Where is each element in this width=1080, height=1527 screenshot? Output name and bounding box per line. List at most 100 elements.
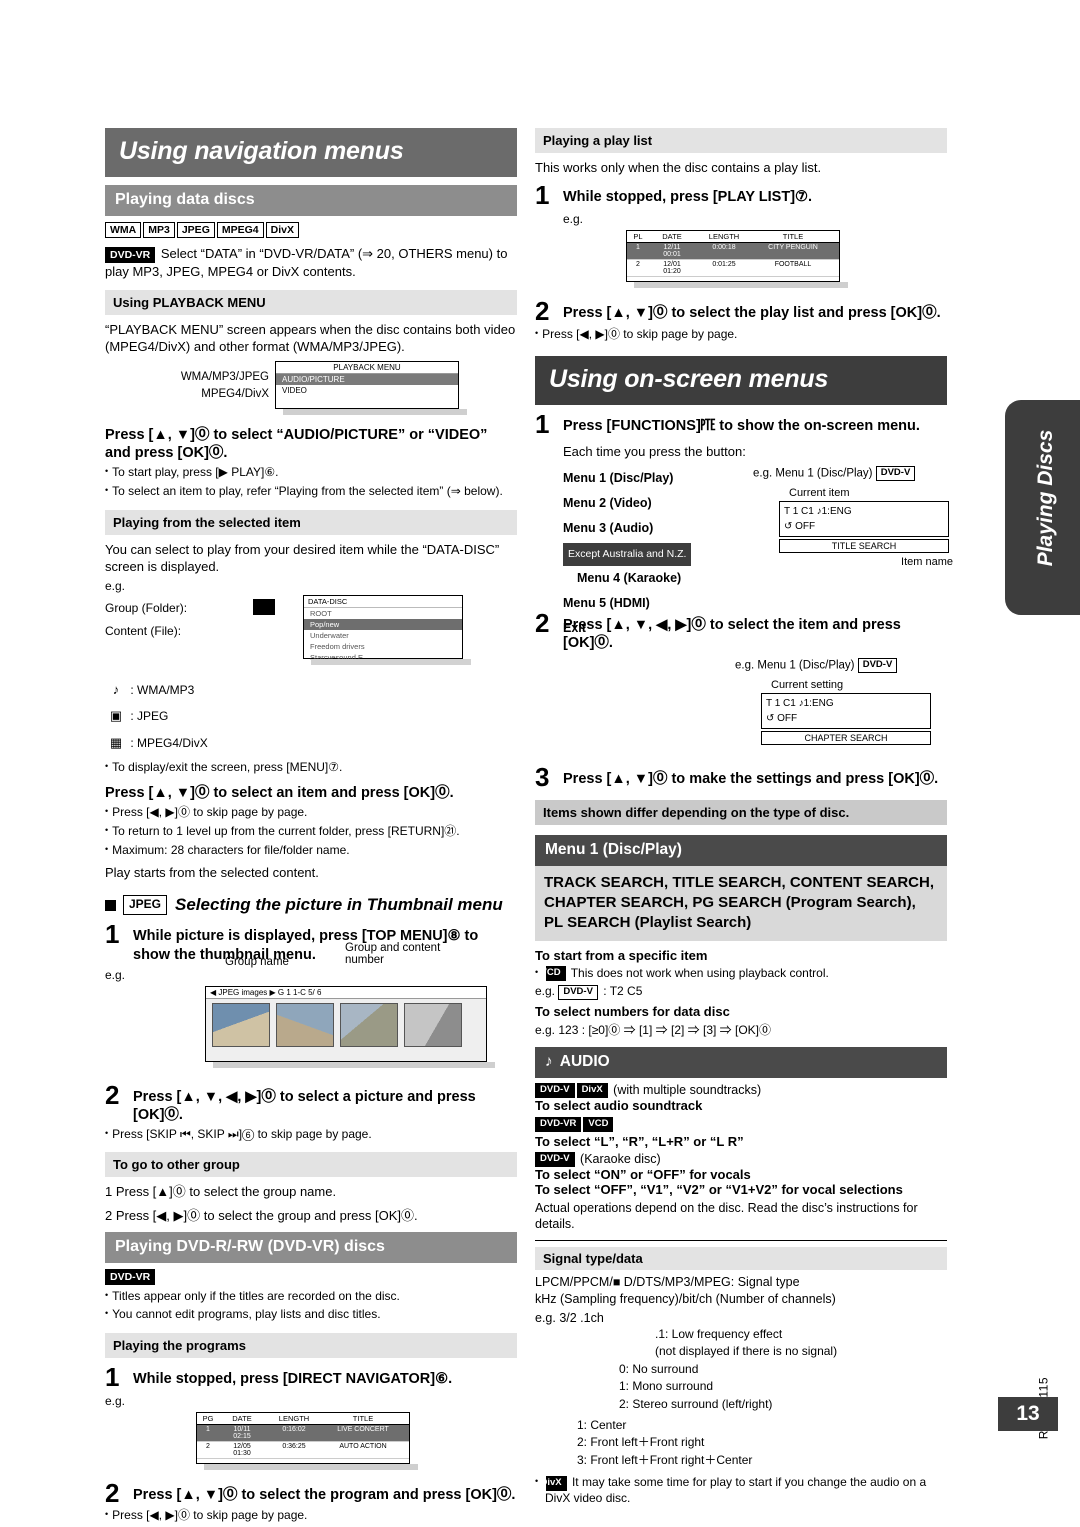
pg-col-title: TITLE xyxy=(352,1413,374,1423)
subsection-using-playback-menu: Using PLAYBACK MENU xyxy=(105,289,517,315)
audio-badges-row-1: DVD-V DivX (with multiple soundtracks) xyxy=(535,1083,947,1098)
bullet-return-level: To return to 1 level up from the current… xyxy=(105,824,517,840)
audio-actual-operations: Actual operations depend on the disc. Re… xyxy=(535,1200,918,1232)
thumbnail-image-2 xyxy=(276,1002,334,1047)
each-time-text: Each time you press the button: xyxy=(563,443,746,459)
badge-jpeg: JPEG xyxy=(176,221,215,238)
thumbnail-images xyxy=(206,999,486,1051)
playlist-table-header: PL DATE LENGTH TITLE xyxy=(627,231,839,243)
vcd-note-text: This does not work when using playback c… xyxy=(570,965,829,980)
signal-note-7: 2: Front left＋Front right xyxy=(577,1435,705,1450)
osd-example-1: e.g. Menu 1 (Disc/Play) DVD-V Current it… xyxy=(753,465,953,568)
menu-item-2: Menu 2 (Video) xyxy=(563,495,652,510)
data-disc-shadow xyxy=(311,658,471,665)
thumbnail-header: ◀ JPEG images ▶ G 1 1-C 5/ 6 xyxy=(206,986,486,999)
legend-row-jpeg: ▣ : JPEG xyxy=(105,703,517,730)
badge-dvd-vr-2: DVD-VR xyxy=(105,1268,156,1285)
playlist-table-box: PL DATE LENGTH TITLE 1 12/11 00:01 0:00:1… xyxy=(626,229,840,282)
menu-item-5: Menu 5 (HDMI) xyxy=(563,595,650,610)
menu-item-3: Menu 3 (Audio) xyxy=(563,520,654,535)
note-items-differ: Items shown differ depending on the type… xyxy=(535,799,947,825)
square-bullet-icon xyxy=(105,899,116,911)
eg-menu1-row-2: e.g. Menu 1 (Disc/Play) DVD-V xyxy=(735,658,950,674)
osd-example-2: e.g. Menu 1 (Disc/Play) DVD-V Current se… xyxy=(735,658,950,746)
instruction-select-audio-picture: Press [▲, ▼]⓪ to select “AUDIO/PICTURE” … xyxy=(105,427,488,462)
label-content-file: Content (File): xyxy=(105,623,182,638)
subsection-playing-programs: Playing the programs xyxy=(105,1332,517,1358)
step-3-onscreen-text: Press [▲, ▼]⓪ to make the settings and p… xyxy=(563,771,939,788)
divider-line xyxy=(535,1240,947,1242)
divx-note-text: It may take some time for play to start … xyxy=(545,1475,927,1505)
label-item-name: Item name xyxy=(901,555,953,568)
menu-item-4: Menu 4 (Karaoke) xyxy=(577,570,682,585)
bullet-skip-programs: Press [◀, ▶]⓪ to skip page by page. xyxy=(105,1508,517,1524)
eg-dvdv-row: e.g. DVD-V : T2 C5 xyxy=(535,984,947,1000)
badge-jpeg-2: JPEG xyxy=(123,895,168,916)
playlist-table-row-2: 2 12/01 01:20 0:01:25 FOOTBALL xyxy=(627,260,839,277)
subsection-go-to-other-group: To go to other group xyxy=(105,1152,517,1178)
to-start-specific-item: To start from a specific item xyxy=(535,947,708,963)
signal-note-5: 2: Stereo surround (left/right) xyxy=(619,1396,773,1411)
dvdvr-note-text: Select “DATA” in “DVD-VR/DATA” (⇒ 20, OT… xyxy=(105,246,508,279)
step-number-2d: 2 xyxy=(535,607,550,638)
playback-menu-text: “PLAYBACK MENU” screen appears when the … xyxy=(105,321,516,354)
osd-1-lines: T 1 C1 ♪1:ENG ↺ OFF xyxy=(779,500,949,537)
step-number-2b: 2 xyxy=(105,1477,120,1508)
figure-data-disc-labels: Group (Folder): Content (File): xyxy=(105,597,187,643)
data-disc-row-root: ROOT xyxy=(310,608,332,618)
program-table-row-1: 1 10/11 02:15 0:16:02 LIVE CONCERT xyxy=(197,1424,409,1442)
pl-col-date: DATE xyxy=(662,231,682,241)
legend-wma-mp3: : WMA/MP3 xyxy=(130,682,195,697)
step-2-thumbnail-text: Press [▲, ▼, ◀, ▶]⓪ to select a picture … xyxy=(133,1088,476,1123)
badge-dvd-v-1: DVD-V xyxy=(875,465,916,481)
data-disc-box: DATA-DISC ROOT Pop/new Underwater Freedo… xyxy=(303,594,463,662)
pg-col-pg: PG xyxy=(202,1413,214,1423)
thumbnail-shadow xyxy=(213,1061,495,1068)
step-3-onscreen: 3 Press [▲, ▼]⓪ to make the settings and… xyxy=(535,764,947,790)
step-number-2c: 2 xyxy=(535,295,550,326)
step-1-playlist-text: While stopped, press [PLAY LIST]⑦. xyxy=(563,189,813,206)
eg-dvdv-value: : T2 C5 xyxy=(603,984,643,999)
data-disc-row-4: Freedom drivers xyxy=(310,641,365,651)
except-australia-note: Except Australia and N.Z. xyxy=(563,542,692,566)
badge-dvd-vr: DVD-VR xyxy=(105,246,156,263)
page-number: 13 xyxy=(998,1397,1058,1431)
signal-note-2: (not displayed if there is no signal) xyxy=(655,1344,838,1359)
menu-item-1: Menu 1 (Disc/Play) xyxy=(563,470,674,485)
label-group-folder: Group (Folder): xyxy=(105,600,188,615)
thumbnail-image-1 xyxy=(212,1002,270,1047)
label-mpeg4-divx: MPEG4/DivX xyxy=(201,388,269,401)
bullet-titles-appear: Titles appear only if the titles are rec… xyxy=(105,1289,517,1305)
subsection-playing-dvdr-rw: Playing DVD-R/-RW (DVD-VR) discs xyxy=(105,1231,517,1263)
audio-badges-row-2: DVD-VR VCD xyxy=(535,1116,947,1134)
folder-icon xyxy=(253,598,275,615)
search-functions-title: TRACK SEARCH, TITLE SEARCH, CONTENT SEAR… xyxy=(535,865,947,941)
badge-wma: WMA xyxy=(105,221,142,238)
step-number-2a: 2 xyxy=(105,1079,120,1110)
audio-select-onoff: To select “ON” or “OFF” for vocals xyxy=(535,1166,751,1182)
subsection-playing-from-selected-item: Playing from the selected item xyxy=(105,509,517,535)
label-group-name: Group name xyxy=(225,955,289,968)
eg-label-3: e.g. xyxy=(105,1393,126,1408)
osd-2-lines: T 1 C1 ♪1:ENG ↺ OFF xyxy=(761,693,931,730)
step-1-programs: 1 While stopped, press [DIRECT NAVIGATOR… xyxy=(105,1364,517,1390)
section-title-onscreen-menus: Using on-screen menus xyxy=(535,356,947,406)
step-1-onscreen: 1 Press [FUNCTIONS]㉐ to show the on-scre… xyxy=(535,409,947,440)
badge-dvd-v-4: DVD-V xyxy=(535,1082,575,1098)
osd-1-line-1: T 1 C1 ♪1:ENG xyxy=(784,505,852,517)
step-2-programs-text: Press [▲, ▼]⓪ to select the program and … xyxy=(133,1486,516,1503)
step-number-1d: 1 xyxy=(535,409,550,440)
thumbnail-box: ◀ JPEG images ▶ G 1 1-C 5/ 6 xyxy=(205,985,487,1062)
osd-1-button-title-search: TITLE SEARCH xyxy=(779,538,949,553)
subsection-playing-data-discs: Playing data discs xyxy=(105,185,517,216)
figure-data-disc: Group (Folder): Content (File): DATA-DIS… xyxy=(105,594,517,669)
pl-col-pl: PL xyxy=(633,231,643,241)
badge-vcd-1: VCD xyxy=(541,966,566,981)
badge-dvd-v-2: DVD-V xyxy=(857,658,898,674)
playback-menu-shadow xyxy=(283,409,467,416)
step-2-playlist-text: Press [▲, ▼]⓪ to select the play list an… xyxy=(563,304,941,321)
menu-list: Menu 1 (Disc/Play) Menu 2 (Video) Menu 3… xyxy=(563,466,763,641)
badge-divx-3: DivX xyxy=(541,1475,567,1491)
step-1-onscreen-text: Press [FUNCTIONS]㉐ to show the on-screen… xyxy=(563,418,920,435)
signal-line-1: LPCM/PPCM/■ D/DTS/MP3/MPEG: Signal type xyxy=(535,1275,800,1290)
